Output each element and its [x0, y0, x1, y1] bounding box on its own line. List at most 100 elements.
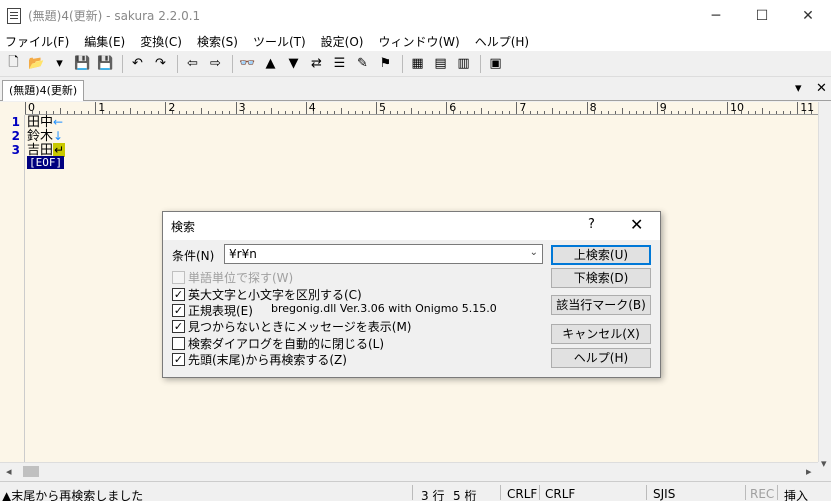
search-next-icon[interactable]: ▼ — [284, 54, 303, 73]
maximize-button[interactable]: ☐ — [739, 0, 785, 31]
menu-edit[interactable]: 編集(E) — [84, 33, 125, 50]
toolbar-separator — [402, 54, 403, 73]
open-file-icon[interactable]: 📂 — [27, 54, 46, 73]
case-sensitive-checkbox[interactable]: ✓ 英大文字と小文字を区別する(C) — [172, 286, 362, 302]
checkbox-label: 英大文字と小文字を区別する(C) — [188, 287, 362, 302]
search-prev-icon[interactable]: ▲ — [261, 54, 280, 73]
help-button[interactable]: ヘルプ(H) — [551, 348, 651, 368]
tab-document[interactable]: (無題)4(更新) — [2, 80, 85, 101]
help-icon[interactable]: ? — [588, 217, 595, 232]
toolbar-separator — [122, 54, 123, 73]
menu-settings[interactable]: 設定(O) — [321, 33, 364, 50]
checkbox-label: 検索ダイアログを自動的に閉じる(L) — [188, 336, 385, 351]
search-icon[interactable]: 👓 — [238, 54, 257, 73]
eol-down-arrow-icon: ↓ — [53, 129, 64, 143]
menu-search[interactable]: 検索(S) — [197, 33, 238, 50]
scroll-down-icon[interactable]: ▾ — [821, 457, 827, 470]
toolbar-separator — [177, 54, 178, 73]
checkbox-label: 単語単位で探す(W) — [188, 270, 294, 285]
toolbar-separator — [232, 54, 233, 73]
app-icon — [7, 7, 21, 24]
scroll-right-icon[interactable]: ▸ — [806, 465, 812, 478]
status-input-mode: 挿入 — [784, 489, 809, 501]
open-dropdown-icon[interactable]: ▾ — [50, 54, 69, 73]
jump-forward-icon[interactable]: ⇨ — [206, 54, 225, 73]
line-text: 田中 — [27, 115, 54, 130]
checkmark-icon: ✓ — [172, 303, 185, 317]
eof-marker: [EOF] — [27, 156, 65, 169]
search-dialog: 検索 ? ✕ 条件(N) ¥r¥n ⌄ 単語単位で探す(W) ✓ 英大文字と小文… — [162, 211, 661, 378]
status-eol-input: CRLF — [545, 487, 576, 501]
dialog-close-icon[interactable]: ✕ — [630, 215, 643, 234]
menu-convert[interactable]: 変換(C) — [140, 33, 182, 50]
search-up-button[interactable]: 上検索(U) — [551, 245, 651, 265]
cancel-button[interactable]: キャンセル(X) — [551, 324, 651, 344]
replace-icon[interactable]: ⇄ — [307, 54, 326, 73]
status-encoding: SJIS — [653, 487, 676, 501]
save-icon[interactable]: 💾 — [73, 54, 92, 73]
settings-icon[interactable]: ▣ — [486, 54, 505, 73]
condition-combobox[interactable]: ¥r¥n ⌄ — [224, 244, 543, 264]
status-message: ▲末尾から再検索しました — [2, 489, 144, 501]
status-eol: CRLF — [507, 487, 538, 501]
condition-value: ¥r¥n — [229, 247, 257, 261]
show-message-checkbox[interactable]: ✓ 見つからないときにメッセージを表示(M) — [172, 318, 411, 334]
line-number: 3 — [11, 143, 20, 157]
undo-icon[interactable]: ↶ — [128, 54, 147, 73]
checkmark-icon: ✓ — [172, 319, 185, 333]
compare-icon[interactable]: ▤ — [431, 54, 450, 73]
menu-bar: ファイル(F) 編集(E) 変換(C) 検索(S) ツール(T) 設定(O) ウ… — [0, 31, 831, 51]
menu-file[interactable]: ファイル(F) — [5, 33, 69, 50]
clear-mark-icon[interactable]: ✎ — [353, 54, 372, 73]
regex-checkbox[interactable]: ✓ 正規表現(E) — [172, 302, 253, 318]
checkbox-label: 正規表現(E) — [188, 303, 253, 318]
status-column: 5 桁 — [453, 489, 477, 501]
tab-bar: (無題)4(更新) ▾ ✕ — [0, 79, 831, 101]
toolbar: 🗋 📂 ▾ 💾 💾 ↶ ↷ ⇦ ⇨ 👓 ▲ ▼ ⇄ ☰ ✎ ⚑ ▦ ▤ ▥ ▣ — [0, 51, 831, 77]
checkmark-icon: ✓ — [172, 352, 185, 366]
minimize-button[interactable]: ─ — [693, 0, 739, 31]
eol-left-arrow-icon: ← — [53, 115, 64, 129]
dialog-title: 検索 — [171, 220, 196, 234]
vertical-scrollbar[interactable]: ▾ — [818, 102, 831, 470]
line-text: 鈴木 — [27, 129, 54, 144]
redo-icon[interactable]: ↷ — [151, 54, 170, 73]
jump-back-icon[interactable]: ⇦ — [183, 54, 202, 73]
status-line: 3 行 — [421, 489, 445, 501]
dialog-title-bar: 検索 ? ✕ — [163, 212, 660, 240]
status-rec: REC — [750, 487, 775, 501]
auto-close-checkbox[interactable]: 検索ダイアログを自動的に閉じる(L) — [172, 335, 384, 351]
tag-jump-icon[interactable]: ▥ — [454, 54, 473, 73]
checkmark-icon: ✓ — [172, 287, 185, 301]
scroll-left-icon[interactable]: ◂ — [6, 465, 12, 478]
menu-help[interactable]: ヘルプ(H) — [475, 33, 529, 50]
grep-icon[interactable]: ⚑ — [376, 54, 395, 73]
horizontal-scrollbar[interactable]: ◂ ▸ — [0, 462, 818, 479]
mark-line-button[interactable]: 該当行マーク(B) — [551, 295, 651, 315]
ruler: 0 1 2 3 4 5 6 7 8 9 10 11 — [25, 101, 827, 115]
title-bar: (無題)4(更新) - sakura 2.2.0.1 ─ ☐ ✕ — [0, 0, 831, 31]
status-bar: ▲末尾から再検索しました 3 行 5 桁 CRLF CRLF SJIS REC … — [0, 481, 831, 501]
line-number: 1 — [11, 115, 20, 129]
checkbox-box — [172, 336, 185, 350]
menu-window[interactable]: ウィンドウ(W) — [378, 33, 459, 50]
outline-icon[interactable]: ▦ — [408, 54, 427, 73]
wrap-search-checkbox[interactable]: ✓ 先頭(末尾)から再検索する(Z) — [172, 351, 347, 367]
checkbox-label: 見つからないときにメッセージを表示(M) — [188, 319, 412, 334]
tab-close-icon[interactable]: ✕ — [816, 81, 827, 96]
search-down-button[interactable]: 下検索(D) — [551, 268, 651, 288]
condition-label: 条件(N) — [172, 249, 215, 263]
save-as-icon[interactable]: 💾 — [96, 54, 115, 73]
new-file-icon[interactable]: 🗋 — [4, 54, 23, 73]
close-button[interactable]: ✕ — [785, 0, 831, 31]
mark-line-icon[interactable]: ☰ — [330, 54, 349, 73]
word-unit-checkbox[interactable]: 単語単位で探す(W) — [172, 269, 293, 285]
menu-tools[interactable]: ツール(T) — [253, 33, 306, 50]
chevron-down-icon[interactable]: ⌄ — [530, 247, 538, 258]
horizontal-scroll-thumb[interactable] — [23, 466, 39, 477]
toolbar-separator — [480, 54, 481, 73]
window-title: (無題)4(更新) - sakura 2.2.0.1 — [28, 9, 201, 23]
gutter-divider — [24, 115, 25, 462]
tab-menu-icon[interactable]: ▾ — [795, 81, 802, 96]
checkbox-box — [172, 270, 185, 284]
